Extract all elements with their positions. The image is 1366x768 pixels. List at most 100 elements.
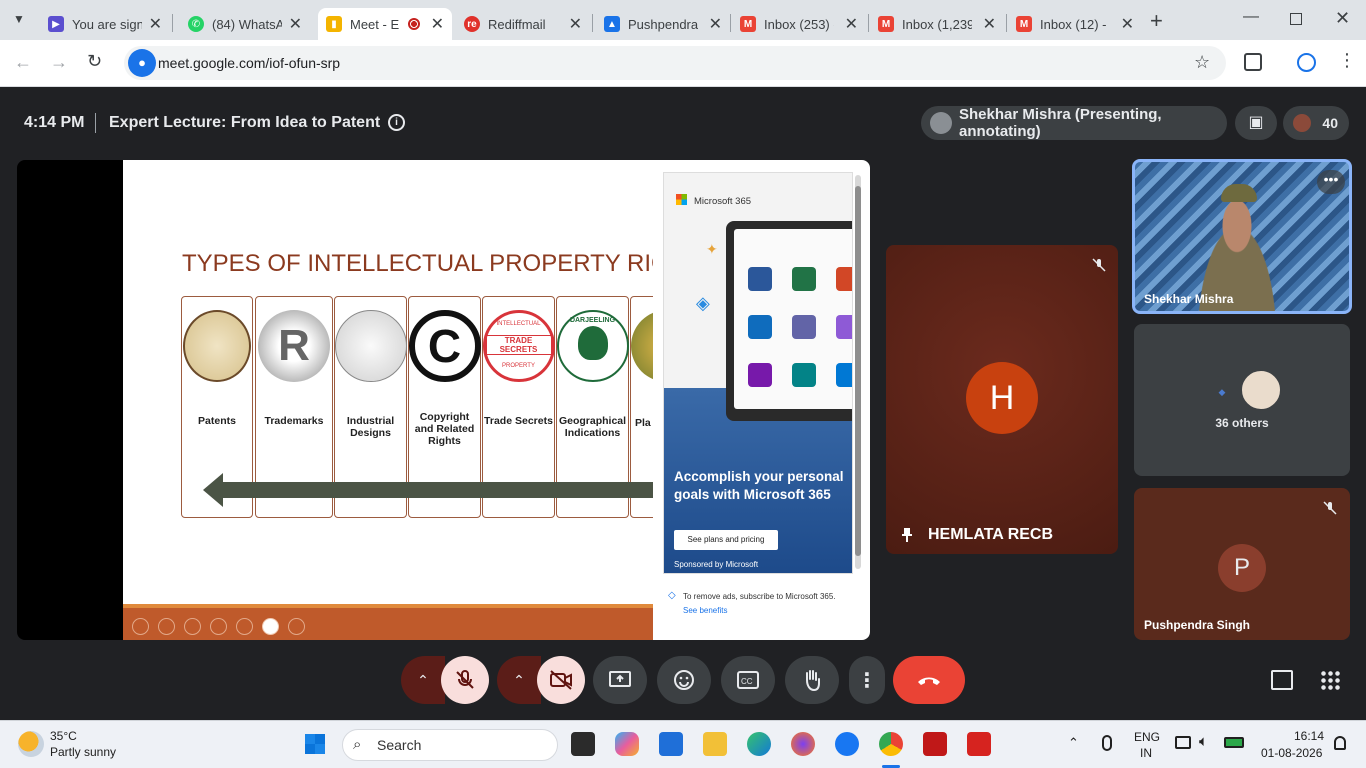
- mic-toggle-button[interactable]: [441, 656, 489, 704]
- present-button[interactable]: [593, 656, 647, 704]
- stream-icon: ▶: [48, 16, 64, 32]
- mic-icon[interactable]: ●: [128, 49, 156, 77]
- clock-date[interactable]: 01-08-2026: [1261, 746, 1322, 760]
- see-plans-button[interactable]: See plans and pricing: [674, 530, 778, 550]
- participant-tile-pushpendra[interactable]: P Pushpendra Singh: [1134, 488, 1350, 640]
- new-tab-button[interactable]: +: [1150, 8, 1163, 34]
- rediff-icon: re: [464, 16, 480, 32]
- microsoft-logo-icon: [676, 194, 687, 205]
- firefox-icon[interactable]: [791, 732, 815, 756]
- clock-time[interactable]: 16:14: [1294, 729, 1324, 743]
- tab-meet[interactable]: ▮ Meet - E ✕: [318, 8, 452, 40]
- notification-icon[interactable]: [1334, 736, 1346, 750]
- edge-icon[interactable]: [747, 732, 771, 756]
- chrome-icon[interactable]: [879, 732, 903, 756]
- tab-gmail-3[interactable]: M Inbox (12) - ✕: [1008, 8, 1142, 40]
- todo-icon: [836, 363, 852, 387]
- next-slide-icon[interactable]: [158, 618, 175, 635]
- avatar: ◆: [1206, 376, 1238, 408]
- close-icon[interactable]: ✕: [1121, 14, 1134, 34]
- participant-tile-pinned[interactable]: H HEMLATA RECB: [886, 245, 1118, 554]
- clipchamp-icon: [836, 315, 852, 339]
- acrobat-icon[interactable]: [967, 732, 991, 756]
- mic-tray-icon[interactable]: [1102, 735, 1112, 751]
- close-icon[interactable]: ✕: [569, 14, 582, 34]
- language-label[interactable]: ENG: [1134, 730, 1160, 744]
- back-button[interactable]: ←: [14, 52, 32, 73]
- tab-whatsapp[interactable]: ✆ (84) WhatsAp ✕: [180, 8, 310, 40]
- store-icon[interactable]: [659, 732, 683, 756]
- facebook-icon[interactable]: [835, 732, 859, 756]
- close-icon[interactable]: ✕: [845, 14, 858, 34]
- close-icon[interactable]: ✕: [149, 14, 162, 34]
- mic-off-icon: [1092, 258, 1106, 272]
- tab-search-icon[interactable]: ▼: [10, 12, 28, 30]
- previous-slide-icon[interactable]: [132, 618, 149, 635]
- presenter-chip[interactable]: Shekhar Mishra (Presenting, annotating): [921, 106, 1227, 140]
- leave-call-button[interactable]: [893, 656, 965, 704]
- presentation-off-icon[interactable]: ▣: [1235, 106, 1277, 140]
- see-benefits-link[interactable]: See benefits: [683, 606, 727, 615]
- tab-title: You are signe: [72, 16, 142, 32]
- zoom-icon[interactable]: [236, 618, 253, 635]
- tab-classroom[interactable]: ▲ Pushpendra ✕: [596, 8, 730, 40]
- close-icon[interactable]: ✕: [289, 14, 302, 34]
- tab-gmail-1[interactable]: M Inbox (253) - ✕: [732, 8, 866, 40]
- mcafee-icon[interactable]: [923, 732, 947, 756]
- emoji-button[interactable]: [657, 656, 711, 704]
- camera-toggle-button[interactable]: [537, 656, 585, 704]
- reload-button[interactable]: ↻: [87, 51, 102, 72]
- network-icon[interactable]: [1175, 736, 1191, 749]
- taskbar-search[interactable]: ⌕ Search: [342, 729, 558, 761]
- pen-icon[interactable]: [184, 618, 201, 635]
- file-explorer-icon[interactable]: [703, 732, 727, 756]
- audio-options-button[interactable]: ⌃: [401, 656, 445, 704]
- captions-button[interactable]: CC: [721, 656, 775, 704]
- weather-icon[interactable]: [18, 731, 44, 757]
- participants-button[interactable]: 40: [1283, 106, 1349, 140]
- profile-icon[interactable]: [1297, 53, 1316, 72]
- tab-gmail-2[interactable]: M Inbox (1,239 ✕: [870, 8, 1004, 40]
- menu-icon[interactable]: ⋮: [1338, 50, 1356, 71]
- darjeeling-logo: DARJEELING: [556, 310, 629, 382]
- minimize-button[interactable]: —: [1243, 8, 1259, 26]
- slides-icon[interactable]: [210, 618, 227, 635]
- battery-icon[interactable]: [1224, 737, 1244, 748]
- video-options-button[interactable]: ⌃: [497, 656, 541, 704]
- meet-icon: ▮: [326, 16, 342, 32]
- forward-button[interactable]: →: [50, 52, 68, 73]
- participant-tile-others[interactable]: ◆ 36 others: [1134, 324, 1350, 476]
- blueprint-image: [334, 310, 407, 382]
- ad-scroll-thumb[interactable]: [855, 186, 861, 556]
- search-icon: ⌕: [353, 736, 362, 753]
- word-icon: [748, 267, 772, 291]
- extensions-icon[interactable]: [1244, 53, 1262, 71]
- ad-banner[interactable]: Microsoft 365 ◈ ✦ Accomplish your person…: [663, 172, 853, 574]
- tab-title: Pushpendra: [628, 16, 698, 32]
- region-label: IN: [1140, 746, 1152, 760]
- participant-tile-speaker[interactable]: ••• Shekhar Mishra: [1132, 159, 1352, 314]
- star-icon[interactable]: ☆: [1194, 52, 1210, 73]
- more-options-icon[interactable]: •••: [1317, 170, 1345, 194]
- more-icon[interactable]: [288, 618, 305, 635]
- volume-icon[interactable]: 🔈︎: [1199, 733, 1208, 750]
- recording-icon: [408, 18, 420, 30]
- maximize-button[interactable]: [1290, 13, 1302, 25]
- chevron-up-icon[interactable]: ⌃: [1068, 735, 1079, 751]
- close-window-button[interactable]: ✕: [1335, 8, 1350, 29]
- task-view-icon[interactable]: [571, 732, 595, 756]
- copilot-icon[interactable]: [615, 732, 639, 756]
- tab-stream[interactable]: ▶ You are signe ✕: [40, 8, 170, 40]
- start-icon[interactable]: [304, 733, 326, 755]
- more-options-button[interactable]: ⋮: [849, 656, 885, 704]
- activities-icon[interactable]: [1320, 670, 1340, 690]
- close-icon[interactable]: ✕: [431, 14, 444, 34]
- close-icon[interactable]: ✕: [709, 14, 722, 34]
- camera-icon[interactable]: [262, 618, 279, 635]
- address-bar[interactable]: ● meet.google.com/iof-ofun-srp ☆: [124, 46, 1226, 80]
- raise-hand-button[interactable]: [785, 656, 839, 704]
- tab-rediffmail[interactable]: re Rediffmail ✕: [456, 8, 590, 40]
- close-icon[interactable]: ✕: [983, 14, 996, 34]
- info-icon[interactable]: i: [388, 114, 405, 131]
- chat-icon[interactable]: [1271, 670, 1293, 690]
